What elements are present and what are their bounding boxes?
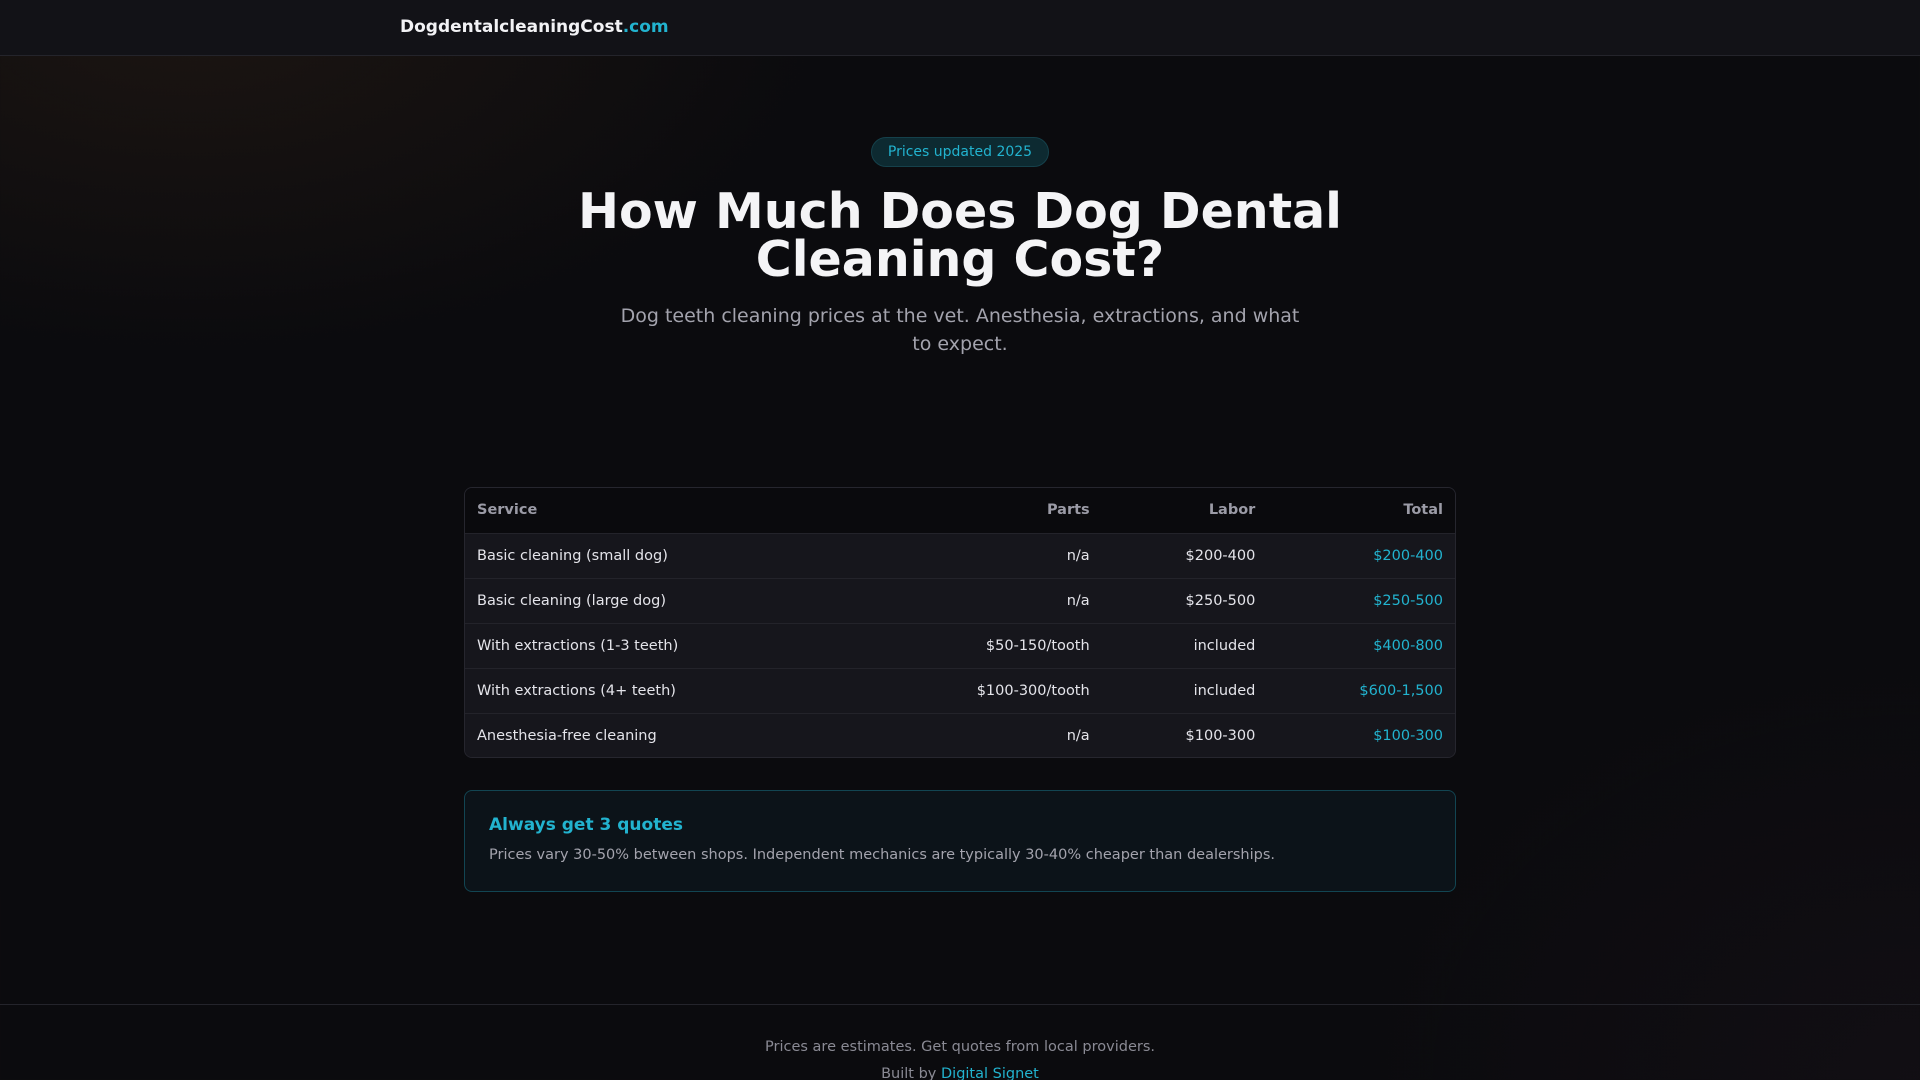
page-subtitle: Dog teeth cleaning prices at the vet. An… <box>620 305 1300 355</box>
page-title: How Much Does Dog Dental Cleaning Cost? <box>578 183 1342 288</box>
column-header-parts: Parts <box>1046 502 1090 519</box>
cell-labor: included <box>1193 682 1256 699</box>
cell-total: $100-300 <box>1373 727 1443 744</box>
column-header-total: Total <box>1403 502 1443 519</box>
quotes-tip-callout: Always get 3 quotes Prices vary 30-50% b… <box>464 790 1456 892</box>
cell-labor: included <box>1193 637 1256 654</box>
callout-title: Always get 3 quotes <box>489 815 683 835</box>
brand-tld: .com <box>622 17 669 37</box>
cell-labor: $200-400 <box>1185 547 1256 564</box>
callout-text: Prices vary 30-50% between shops. Indepe… <box>489 847 1276 863</box>
table-header-row: Service Parts Labor Total <box>465 488 1455 533</box>
column-header-labor: Labor <box>1208 502 1256 519</box>
table-row: With extractions (4+ teeth) $100-300/too… <box>465 668 1455 713</box>
brand-name: DogdentalcleaningCost <box>400 17 623 37</box>
footer-disclaimer: Prices are estimates. Get quotes from lo… <box>765 1039 1155 1055</box>
cell-parts: n/a <box>1066 547 1090 564</box>
cell-total: $200-400 <box>1373 547 1443 564</box>
footer-credit: Built by Digital Signet <box>0 1066 1920 1080</box>
footer-credit-prefix: Built by <box>881 1066 941 1080</box>
table-row: With extractions (1-3 teeth) $50-150/too… <box>465 623 1455 668</box>
cell-parts: n/a <box>1066 727 1090 744</box>
cell-service: Basic cleaning (large dog) <box>477 592 666 609</box>
cell-total: $400-800 <box>1373 637 1443 654</box>
cell-parts: $50-150/tooth <box>985 637 1090 654</box>
column-header-service: Service <box>477 502 538 519</box>
site-header: DogdentalcleaningCost.com <box>0 0 1920 56</box>
cell-total: $250-500 <box>1373 592 1443 609</box>
prices-updated-badge: Prices updated 2025 <box>871 137 1049 167</box>
cell-service: Anesthesia-free cleaning <box>477 727 657 744</box>
cell-parts: $100-300/tooth <box>976 682 1090 699</box>
cell-labor: $250-500 <box>1185 592 1256 609</box>
table-row: Basic cleaning (large dog) n/a $250-500 … <box>465 578 1455 623</box>
table-row: Anesthesia-free cleaning n/a $100-300 $1… <box>465 713 1455 757</box>
cell-total: $600-1,500 <box>1359 682 1443 699</box>
cell-service: Basic cleaning (small dog) <box>477 547 668 564</box>
cell-service: With extractions (4+ teeth) <box>477 682 676 699</box>
cell-labor: $100-300 <box>1185 727 1256 744</box>
pricing-table-container: Service Parts Labor Total Basic cleaning… <box>464 487 1456 758</box>
table-row: Basic cleaning (small dog) n/a $200-400 … <box>465 533 1455 578</box>
cell-service: With extractions (1-3 teeth) <box>477 637 679 654</box>
pricing-table: Service Parts Labor Total Basic cleaning… <box>465 488 1455 757</box>
digital-signet-link[interactable]: Digital Signet <box>941 1066 1039 1080</box>
site-logo-link[interactable]: DogdentalcleaningCost.com <box>400 17 669 37</box>
cell-parts: n/a <box>1066 592 1090 609</box>
site-footer: Prices are estimates. Get quotes from lo… <box>0 1004 1920 1080</box>
